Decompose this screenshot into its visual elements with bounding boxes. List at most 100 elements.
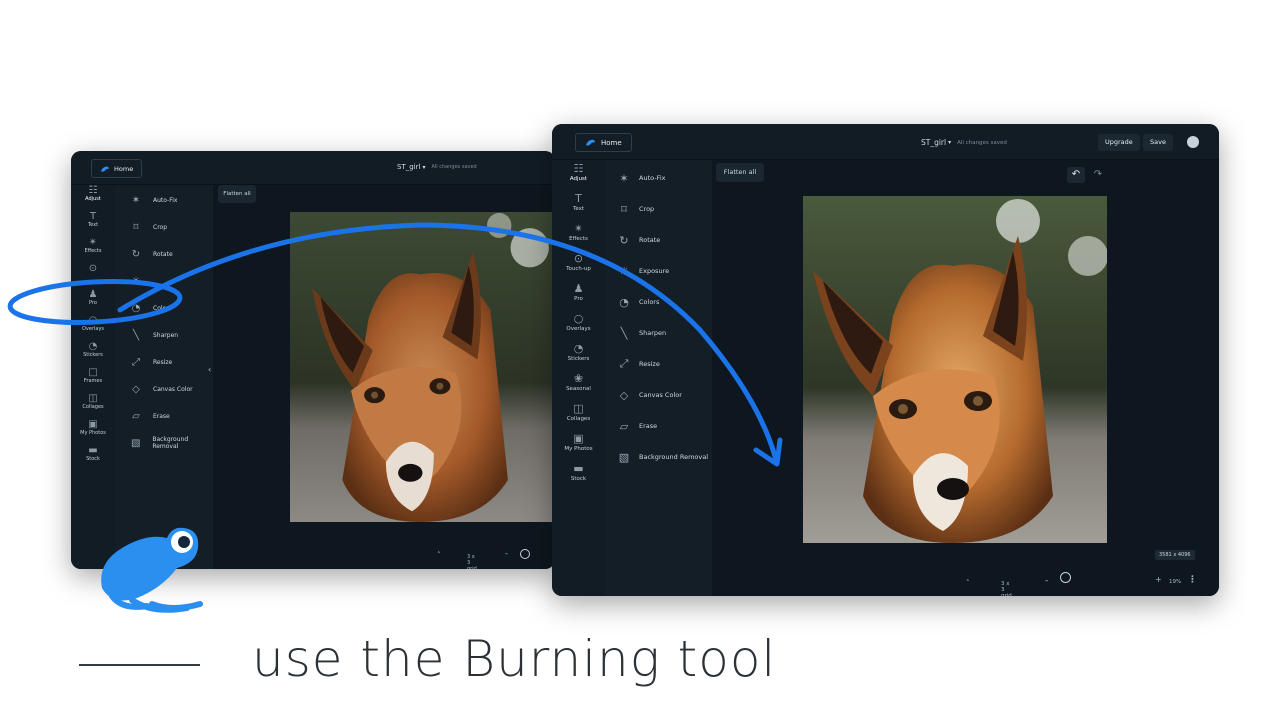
document-title[interactable]: ST_girl ▾ All changes saved <box>397 163 477 171</box>
rail-item-stock[interactable]: ▬ Stock <box>552 462 605 482</box>
zoom-out-icon[interactable]: - <box>1045 576 1048 586</box>
rail-item-overlays[interactable]: ○ Overlays <box>71 315 115 332</box>
zoom-level[interactable]: 19% <box>1169 579 1181 585</box>
rail-item-stickers[interactable]: ◔ Stickers <box>71 341 115 358</box>
fox-photo-burned <box>803 196 1107 543</box>
tool-label: Sharpen <box>639 329 667 337</box>
chevron-up-icon[interactable]: ˄ <box>437 551 441 559</box>
tool-canvas-color[interactable]: ◇ Canvas Color <box>115 382 192 396</box>
rail-item-adjust[interactable]: ☷ Adjust <box>71 185 115 202</box>
colors-icon: ◔ <box>131 302 141 314</box>
zoom-in-icon[interactable]: + <box>1155 575 1162 584</box>
tool-resize[interactable]: ⤢ Resize <box>605 356 660 372</box>
rail-item-label: Seasonal <box>566 386 591 392</box>
pro-icon: ♟ <box>88 289 98 300</box>
tool-label: Background Removal <box>152 436 189 450</box>
tool-erase[interactable]: ▱ Erase <box>115 409 170 423</box>
redo-icon[interactable]: ↷ <box>1089 167 1107 183</box>
rail-item-label: Touch-up <box>566 266 591 272</box>
rail-item-my-photos[interactable]: ▣ My Photos <box>552 432 605 452</box>
tool-crop[interactable]: ⌑ Crop <box>115 220 167 234</box>
collapse-panel-icon[interactable]: ‹ <box>208 365 211 374</box>
adjust-tool-panel: ✶ Auto-Fix ⌑ Crop ↻ Rotate ☀ Exposure ◔ Colors ╲ Sh… <box>605 160 712 596</box>
rail-item-pro[interactable]: ♟ Pro <box>71 289 115 306</box>
rail-item-text[interactable]: T Text <box>71 211 115 228</box>
rail-item-frames[interactable]: □ Frames <box>71 367 115 384</box>
zoom-slider-handle[interactable] <box>1060 572 1071 583</box>
canvas-color-icon: ◇ <box>619 388 629 402</box>
more-options-icon[interactable]: ⋮ <box>1188 575 1197 585</box>
grid-label[interactable]: 3 x 3 grid <box>467 554 477 569</box>
photos-icon: ▣ <box>573 432 584 445</box>
rail-item-collages[interactable]: ◫ Collages <box>552 402 605 422</box>
zoom-out-icon[interactable]: - <box>505 549 508 558</box>
rail-item-touch-up[interactable]: ⊙ Touch-up <box>552 252 605 272</box>
tool-colors[interactable]: ◔ Colors <box>115 301 172 315</box>
tool-label: Auto-Fix <box>153 196 178 204</box>
rail-item-stock[interactable]: ▬ Stock <box>71 445 115 462</box>
category-rail: ☷ Adjust T Text ✴ Effects ⊙ Touch-up ♟ Pro ○ Overla… <box>552 160 605 596</box>
zoom-slider-handle[interactable] <box>520 549 530 559</box>
tool-erase[interactable]: ▱ Erase <box>605 418 657 434</box>
rail-item-label: Adjust <box>85 196 101 202</box>
tool-rotate[interactable]: ↻ Rotate <box>115 247 173 261</box>
tool-exposure[interactable]: ☀ Exposure <box>605 263 669 279</box>
tool-auto-fix[interactable]: ✶ Auto-Fix <box>605 170 665 186</box>
rail-item-pro[interactable]: ♟ Pro <box>552 282 605 302</box>
tool-background-removal[interactable]: ▧ Background Removal <box>605 449 708 465</box>
frog-logo-icon <box>101 166 109 172</box>
tool-label: Erase <box>639 422 658 430</box>
rail-item-collages[interactable]: ◫ Collages <box>71 393 115 410</box>
rail-item-label: Pro <box>89 300 97 306</box>
rail-item-effects[interactable]: ✴ Effects <box>71 237 115 254</box>
rail-item-stickers[interactable]: ◔ Stickers <box>552 342 605 362</box>
rail-item-label: Overlays <box>566 326 591 332</box>
home-button[interactable]: Home <box>91 159 143 178</box>
tool-auto-fix[interactable]: ✶ Auto-Fix <box>115 193 178 207</box>
rail-item-seasonal[interactable]: ❀ Seasonal <box>552 372 605 392</box>
collages-icon: ◫ <box>88 393 98 404</box>
rail-item-touch-up[interactable]: ⊙ <box>71 263 115 274</box>
tool-crop[interactable]: ⌑ Crop <box>605 201 654 217</box>
user-avatar-icon[interactable] <box>1187 136 1199 148</box>
auto-fix-icon: ✶ <box>131 194 141 206</box>
rail-item-overlays[interactable]: ○ Overlays <box>552 312 605 332</box>
overlays-icon: ○ <box>573 312 584 325</box>
photos-icon: ▣ <box>88 419 98 430</box>
tool-colors[interactable]: ◔ Colors <box>605 294 659 310</box>
tool-rotate[interactable]: ↻ Rotate <box>605 232 660 248</box>
editor-window-before: Home ST_girl ▾ All changes saved ☷ Adjust… <box>71 151 555 569</box>
chevron-up-icon[interactable]: ˄ <box>966 579 970 587</box>
tool-label: Colors <box>639 298 660 306</box>
tool-canvas-color[interactable]: ◇ Canvas Color <box>605 387 682 403</box>
home-button[interactable]: Home <box>575 133 632 152</box>
crop-icon: ⌑ <box>621 202 627 216</box>
rail-item-label: Pro <box>574 296 583 302</box>
rail-item-label: Stock <box>570 476 587 482</box>
tool-exposure[interactable]: ☀ <box>115 274 153 288</box>
rail-item-text[interactable]: T Text <box>552 192 605 212</box>
rail-item-label: Stickers <box>567 356 590 362</box>
document-title[interactable]: ST_girl ▾ All changes saved <box>921 138 1007 147</box>
undo-icon[interactable]: ↶ <box>1067 167 1085 183</box>
background-removal-icon: ▧ <box>618 450 630 464</box>
text-icon: T <box>89 211 97 222</box>
top-bar: Home ST_girl ▾ All changes saved <box>71 151 555 185</box>
stock-icon: ▬ <box>573 462 584 475</box>
flatten-all-button[interactable]: Flatten all <box>218 185 256 203</box>
rail-item-effects[interactable]: ✴ Effects <box>552 222 605 242</box>
rail-item-adjust[interactable]: ☷ Adjust <box>552 162 605 182</box>
tool-sharpen[interactable]: ╲ Sharpen <box>605 325 666 341</box>
upgrade-button[interactable]: Upgrade <box>1098 134 1140 151</box>
chevron-down-icon: ▾ <box>948 139 952 146</box>
save-button[interactable]: Save <box>1143 134 1173 151</box>
tool-sharpen[interactable]: ╲ Sharpen <box>115 328 178 342</box>
tool-background-removal[interactable]: ▧ Background Removal <box>115 436 213 450</box>
flatten-all-button[interactable]: Flatten all <box>716 163 764 182</box>
grid-label[interactable]: 3 x 3 grid <box>1001 581 1012 596</box>
tool-resize[interactable]: ⤢ Resize <box>115 355 172 369</box>
tool-label: Crop <box>639 205 655 213</box>
rail-item-my-photos[interactable]: ▣ My Photos <box>71 419 115 436</box>
tool-label: Sharpen <box>153 331 179 339</box>
stock-icon: ▬ <box>88 445 98 456</box>
